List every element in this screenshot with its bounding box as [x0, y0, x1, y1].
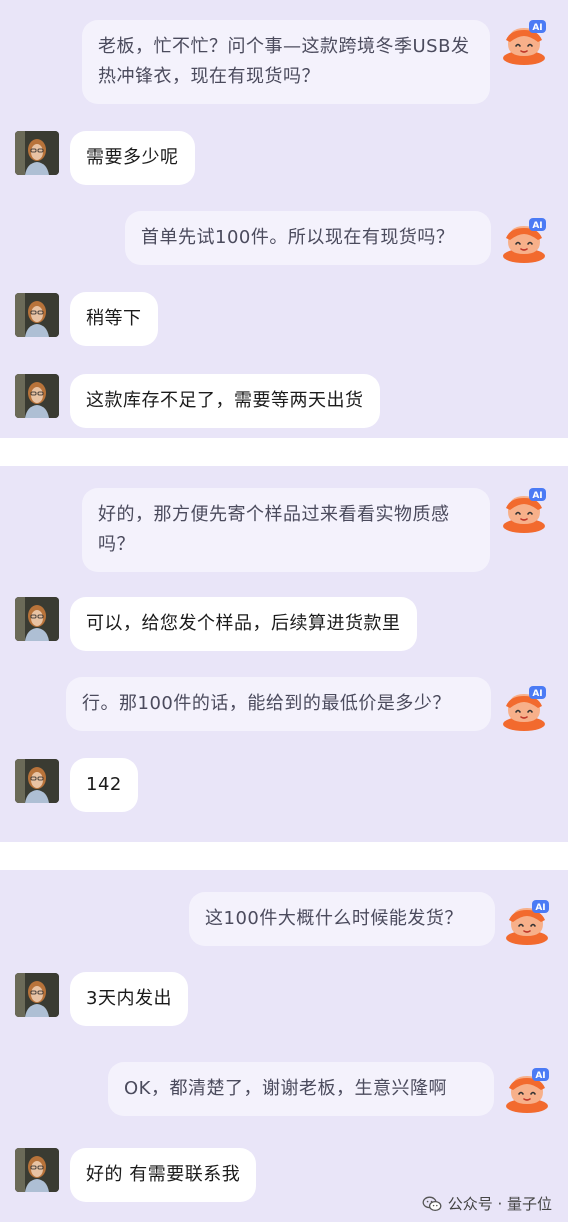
ai-message-bubble: 行。那100件的话，能给到的最低价是多少？: [66, 677, 491, 731]
human-avatar: [15, 973, 59, 1017]
human-avatar: [15, 597, 59, 641]
ai-avatar-icon: AI: [500, 18, 548, 66]
human-message-bubble: 需要多少呢: [70, 131, 195, 185]
ai-avatar-icon: AI: [500, 216, 548, 264]
human-avatar: [15, 131, 59, 175]
ai-avatar-icon: AI: [500, 684, 548, 732]
ai-message-bubble: 老板，忙不忙？问个事—这款跨境冬季USB发热冲锋衣，现在有现货吗？: [82, 20, 490, 104]
watermark-text: 公众号 · 量子位: [447, 1195, 552, 1213]
ai-badge-label: AI: [535, 903, 545, 913]
ai-avatar-icon: AI: [500, 486, 548, 534]
wechat-icon: [422, 1196, 442, 1211]
human-avatar: [15, 1148, 59, 1192]
human-avatar: [15, 759, 59, 803]
human-message-bubble: 稍等下: [70, 292, 158, 346]
human-message-bubble: 可以，给您发个样品，后续算进货款里: [70, 597, 417, 651]
ai-message-bubble: 好的，那方便先寄个样品过来看看实物质感吗？: [82, 488, 490, 572]
watermark: 公众号 · 量子位: [422, 1193, 552, 1214]
human-message-bubble: 142: [70, 758, 138, 812]
ai-message-bubble: OK，都清楚了，谢谢老板，生意兴隆啊: [108, 1062, 494, 1116]
ai-badge-label: AI: [535, 1071, 545, 1081]
ai-avatar-icon: AI: [503, 1066, 551, 1114]
ai-avatar-icon: AI: [503, 898, 551, 946]
human-avatar: [15, 374, 59, 418]
ai-message-bubble: 这100件大概什么时候能发货？: [189, 892, 495, 946]
human-message-bubble: 3天内发出: [70, 972, 188, 1026]
ai-badge-label: AI: [532, 689, 542, 699]
human-message-bubble: 这款库存不足了，需要等两天出货: [70, 374, 380, 428]
ai-message-bubble: 首单先试100件。所以现在有现货吗？: [125, 211, 491, 265]
ai-badge-label: AI: [532, 23, 542, 33]
human-avatar: [15, 293, 59, 337]
chat-panel-2: 好的，那方便先寄个样品过来看看实物质感吗？ AI 可以，给您发个样品，后续算进货…: [0, 466, 568, 842]
ai-badge-label: AI: [532, 491, 542, 501]
chat-panel-1: 老板，忙不忙？问个事—这款跨境冬季USB发热冲锋衣，现在有现货吗？ AI 需要多…: [0, 0, 568, 438]
chat-panel-3: 这100件大概什么时候能发货？ AI 3天内发出 OK，都清楚了，谢谢老板，生意…: [0, 870, 568, 1222]
human-message-bubble: 好的 有需要联系我: [70, 1148, 257, 1202]
ai-badge-label: AI: [532, 221, 542, 231]
